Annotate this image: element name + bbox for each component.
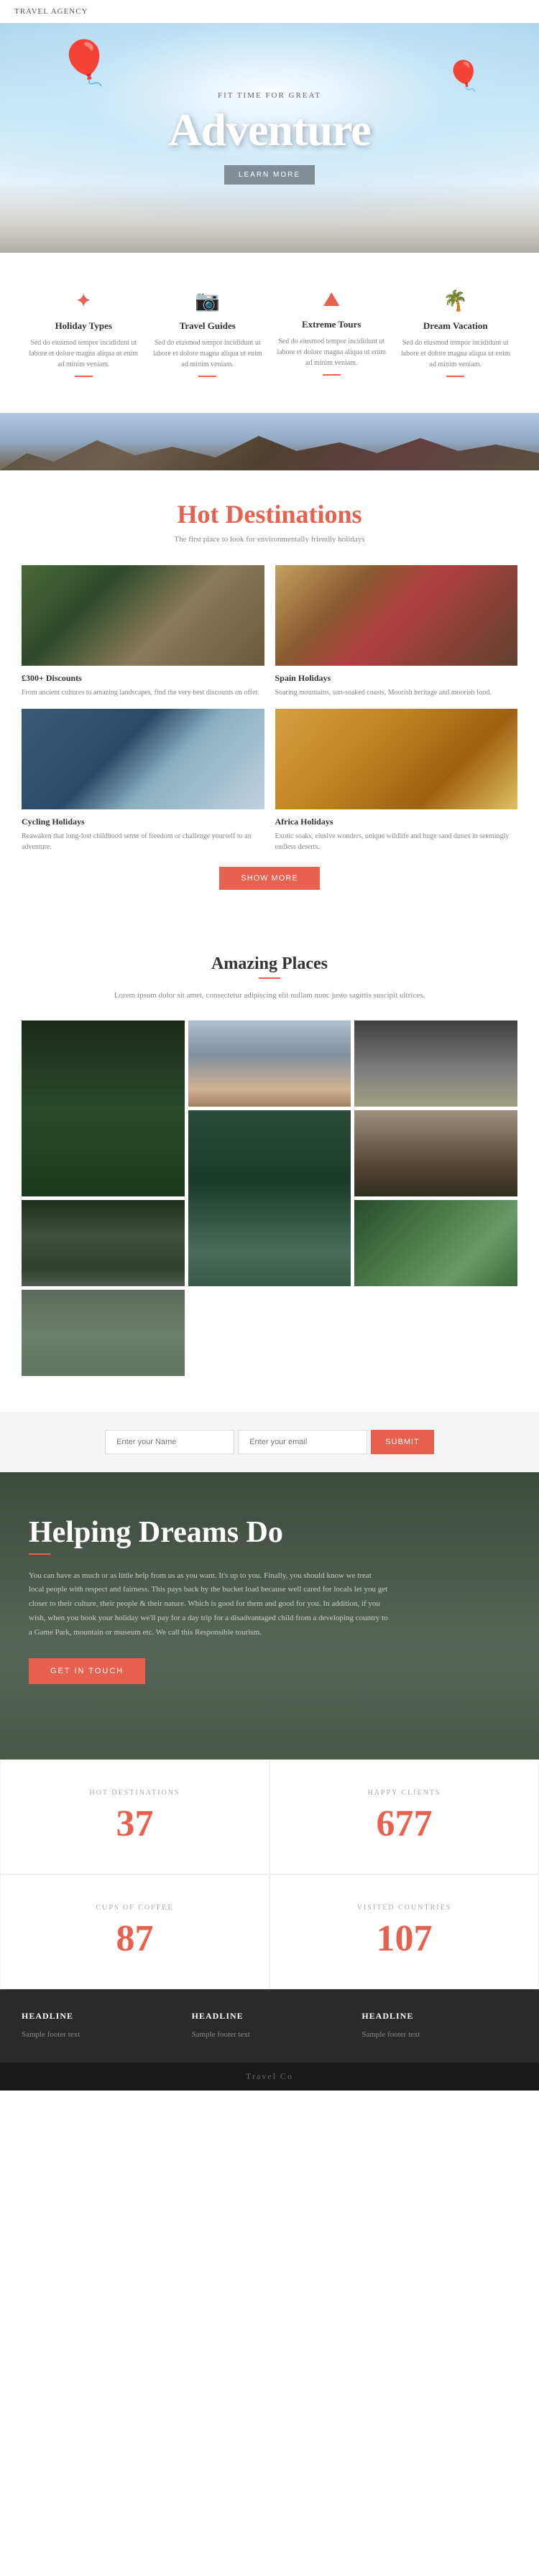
submit-button[interactable]: SUBMIT [371, 1430, 434, 1454]
feature-guides: 📷 Travel Guides Sed do eiusmod tempor in… [150, 289, 265, 377]
hot-destinations-title: Hot Destinations [22, 499, 517, 529]
features-section: ✦ Holiday Types Sed do eiusmod tempor in… [0, 253, 539, 413]
hero-title: Adventure [168, 103, 370, 157]
extreme-icon: ⛰ [274, 289, 389, 312]
name-input[interactable] [105, 1430, 234, 1454]
feature-extreme-text: Sed do eiusmod tempor incididunt ut labo… [274, 336, 389, 368]
footer-col-1-title: Headline [22, 2011, 178, 2022]
stat-hot-label: HOT DESTINATIONS [22, 1789, 247, 1797]
email-form: SUBMIT [0, 1412, 539, 1472]
photo-tunnel [22, 1200, 185, 1286]
stat-coffee-label: CUPS OF COFFEE [22, 1904, 247, 1912]
feature-guides-title: Travel Guides [150, 320, 265, 332]
dest-card-spain-title: Spain Holidays [275, 673, 518, 684]
feature-vacation-text: Sed do eiusmod tempor incididunt ut labo… [398, 338, 513, 370]
footer-col-3: Headline Sample footer text [361, 2011, 517, 2042]
footer-brand: Travel Co [14, 2071, 525, 2082]
brand-logo: TRAVEL AGENCY [14, 7, 88, 16]
dest-card-africa-title: Africa Holidays [275, 817, 518, 827]
stat-countries-value: 107 [292, 1917, 517, 1960]
footer: Headline Sample footer text Headline Sam… [0, 1989, 539, 2091]
feature-vacation: 🌴 Dream Vacation Sed do eiusmod tempor i… [398, 289, 513, 377]
footer-col-2-title: Headline [192, 2011, 348, 2022]
dest-img-africa [275, 709, 518, 809]
feature-holiday-title: Holiday Types [26, 320, 141, 332]
amazing-places-section: Amazing Places Lorem ipsum dolor sit ame… [0, 919, 539, 1412]
show-more-button[interactable]: Show more [219, 867, 319, 890]
vacation-icon: 🌴 [398, 289, 513, 313]
dest-img-spain [275, 565, 518, 666]
photo-grid [22, 1020, 517, 1376]
hot-destinations-section: Hot Destinations The first place to look… [0, 413, 539, 919]
helping-text: You can have as much or as little help f… [29, 1569, 388, 1640]
photo-extra [22, 1290, 185, 1376]
dest-card-spain: Spain Holidays Soaring mountains, sun-so… [275, 565, 518, 698]
dest-card-cycling-text: Reawaken that long-lost childhood sense … [22, 831, 264, 852]
hero-section: 🎈 🎈 Fit Time for great Adventure LEARN M… [0, 23, 539, 253]
photo-waterfall [188, 1110, 351, 1286]
balloon-left-icon: 🎈 [57, 37, 111, 88]
photo-winding [354, 1200, 517, 1286]
hero-cta-button[interactable]: LEARN MORE [224, 165, 315, 185]
dest-card-cycling-title: Cycling Holidays [22, 817, 264, 827]
photo-forest [22, 1020, 185, 1196]
amazing-divider [259, 977, 280, 979]
feature-vacation-title: Dream Vacation [398, 320, 513, 332]
dest-card-africa-text: Exotic soaks, elusive wonders, unique wi… [275, 831, 518, 852]
stat-hot-destinations: HOT DESTINATIONS 37 [0, 1759, 270, 1874]
balloon-right-icon: 🎈 [446, 59, 482, 93]
feature-extreme-title: Extreme Tours [274, 319, 389, 330]
email-input[interactable] [238, 1430, 367, 1454]
destinations-grid: £300+ Discounts From ancient cultures to… [22, 565, 517, 852]
dest-card-africa: Africa Holidays Exotic soaks, elusive wo… [275, 709, 518, 852]
photo-castle [354, 1110, 517, 1196]
helping-divider [29, 1553, 50, 1555]
feature-holiday-line [75, 376, 93, 377]
stat-countries: VISITED COUNTRIES 107 [270, 1874, 539, 1989]
dest-img-road [22, 565, 264, 666]
dest-card-spain-text: Soaring mountains, sun-soaked coasts, Mo… [275, 687, 518, 698]
footer-col-3-title: Headline [361, 2011, 517, 2022]
amazing-text: Lorem ipsum dolor sit amet, consectetur … [22, 990, 517, 1003]
stat-coffee-value: 87 [22, 1917, 247, 1960]
photo-road [354, 1020, 517, 1107]
photo-mountain [188, 1020, 351, 1107]
footer-col-2: Headline Sample footer text [192, 2011, 348, 2042]
footer-col-1-text: Sample footer text [22, 2029, 178, 2042]
guides-icon: 📷 [150, 289, 265, 313]
footer-col-2-text: Sample footer text [192, 2029, 348, 2042]
stat-hot-value: 37 [22, 1803, 247, 1845]
feature-vacation-line [446, 376, 464, 377]
feature-extreme-line [323, 374, 341, 376]
stat-happy-value: 677 [292, 1803, 517, 1845]
helping-dreams-section: Helping Dreams Do You can have as much o… [0, 1472, 539, 1759]
hot-destinations-subtitle: The first place to look for environmenta… [22, 535, 517, 544]
feature-guides-text: Sed do eiusmod tempor incididunt ut labo… [150, 338, 265, 370]
stat-happy-label: HAPPY CLIENTS [292, 1789, 517, 1797]
hero-pretitle: Fit Time for great [168, 91, 370, 100]
dest-card-road-text: From ancient cultures to amazing landsca… [22, 687, 264, 698]
footer-col-1: Headline Sample footer text [22, 2011, 178, 2042]
stat-happy-clients: HAPPY CLIENTS 677 [270, 1759, 539, 1874]
dest-card-road-title: £300+ Discounts [22, 673, 264, 684]
mountain-panorama [0, 413, 539, 470]
feature-extreme: ⛰ Extreme Tours Sed do eiusmod tempor in… [274, 289, 389, 377]
dest-card-road: £300+ Discounts From ancient cultures to… [22, 565, 264, 698]
navbar: TRAVEL AGENCY [0, 0, 539, 23]
stat-coffee: CUPS OF COFFEE 87 [0, 1874, 270, 1989]
helping-title: Helping Dreams Do [29, 1515, 388, 1550]
feature-holiday: ✦ Holiday Types Sed do eiusmod tempor in… [26, 289, 141, 377]
dest-img-cycling [22, 709, 264, 809]
amazing-title: Amazing Places [22, 954, 517, 974]
get-in-touch-button[interactable]: get in touch [29, 1658, 145, 1684]
feature-guides-line [198, 376, 216, 377]
feature-holiday-text: Sed do eiusmod tempor incididunt ut labo… [26, 338, 141, 370]
footer-col-3-text: Sample footer text [361, 2029, 517, 2042]
dest-card-cycling: Cycling Holidays Reawaken that long-lost… [22, 709, 264, 852]
stat-countries-label: VISITED COUNTRIES [292, 1904, 517, 1912]
holiday-icon: ✦ [26, 289, 141, 313]
stats-section: HOT DESTINATIONS 37 HAPPY CLIENTS 677 CU… [0, 1759, 539, 1989]
